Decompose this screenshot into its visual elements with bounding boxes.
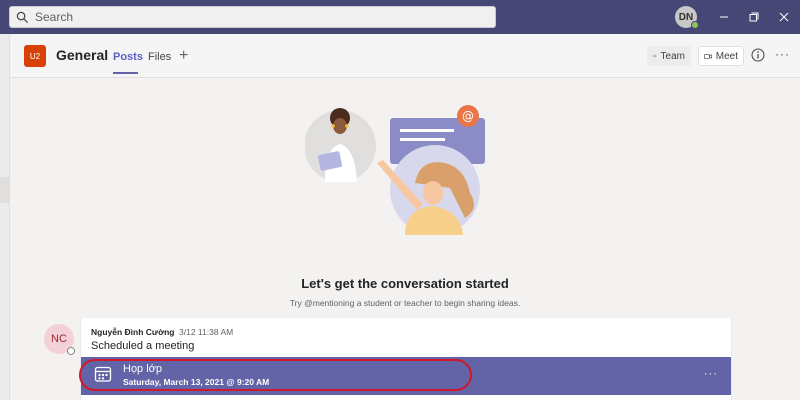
conversation-pane: @ Let's get the conversation started Try…: [10, 78, 800, 400]
post-body: Scheduled a meeting: [91, 340, 195, 352]
team-abbrev: U2: [29, 51, 41, 61]
close-icon: [779, 12, 789, 22]
meeting-date: Saturday, March 13, 2021 @ 9:20 AM: [123, 377, 270, 387]
search-input[interactable]: Search: [9, 6, 496, 28]
close-button[interactable]: [776, 9, 792, 25]
user-initials: DN: [678, 11, 694, 23]
empty-state-title: Let's get the conversation started: [301, 276, 509, 291]
channel-post: Nguyễn Đình Cường 3/12 11:38 AM Schedule…: [79, 318, 731, 400]
maximize-button[interactable]: [746, 9, 762, 25]
author-initials: NC: [51, 333, 67, 345]
tab-files[interactable]: Files: [148, 51, 171, 63]
tab-posts[interactable]: Posts: [113, 51, 143, 63]
search-icon: [16, 11, 29, 23]
more-options-icon[interactable]: ···: [775, 47, 790, 61]
search-placeholder: Search: [35, 10, 74, 24]
active-tab-indicator: [113, 72, 138, 74]
conversation-illustration: @: [305, 105, 485, 235]
meeting-more-options-button[interactable]: ···: [704, 368, 718, 380]
selected-channel-marker: [0, 177, 10, 203]
meet-button-label: Meet: [715, 50, 738, 62]
post-timestamp: 3/12 11:38 AM: [179, 327, 234, 337]
user-avatar[interactable]: DN: [675, 6, 699, 29]
minimize-icon: [720, 16, 728, 18]
video-camera-icon: [704, 53, 712, 59]
svg-text:@: @: [462, 109, 474, 123]
restore-icon: [749, 12, 759, 22]
presence-available-icon: [691, 21, 699, 29]
calendar-icon: [94, 366, 112, 382]
meeting-title: Họp lớp: [123, 363, 163, 375]
info-icon[interactable]: [751, 48, 765, 62]
team-avatar: U2: [24, 45, 46, 67]
add-tab-button[interactable]: +: [179, 47, 188, 65]
channel-header: U2 General Posts Files + Team Meet ···: [10, 34, 800, 78]
team-button-label: Team: [660, 50, 685, 62]
empty-state-subtitle: Try @mentioning a student or teacher to …: [289, 298, 521, 308]
title-bar: Search DN: [0, 0, 800, 34]
author-avatar[interactable]: NC: [44, 324, 75, 355]
meeting-card[interactable]: Họp lớp Saturday, March 13, 2021 @ 9:20 …: [79, 357, 731, 395]
channel-list-edge: [0, 34, 10, 400]
post-footer: [81, 395, 731, 400]
meet-button[interactable]: Meet: [698, 46, 744, 66]
presence-unknown-icon: [67, 347, 75, 355]
team-button[interactable]: Team: [647, 46, 691, 66]
post-author[interactable]: Nguyễn Đình Cường: [91, 327, 175, 337]
channel-name: General: [56, 47, 109, 63]
eye-icon: [653, 54, 657, 58]
minimize-button[interactable]: [716, 9, 732, 25]
